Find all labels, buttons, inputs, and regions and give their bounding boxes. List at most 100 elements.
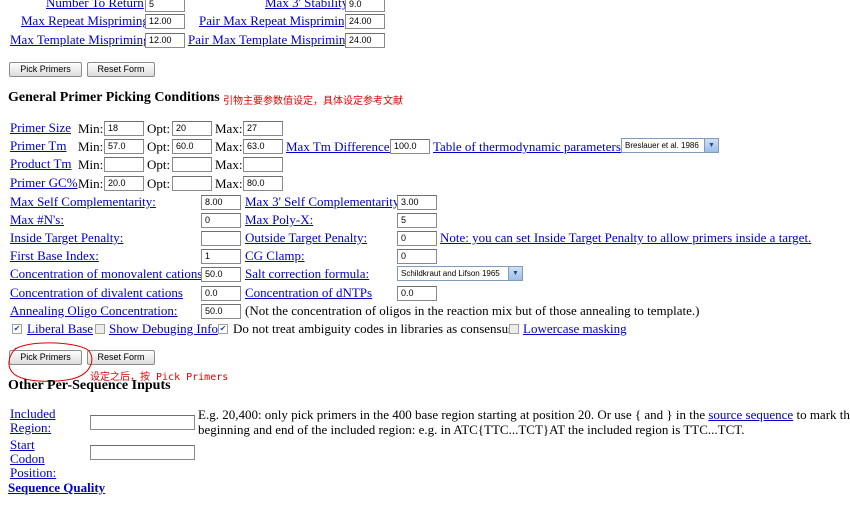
first-base-index-input[interactable]: 1 [201, 249, 241, 264]
ambiguity-codes-label: Do not treat ambiguity codes in librarie… [233, 321, 514, 336]
included-region-help: E.g. 20,400: only pick primers in the 40… [198, 407, 850, 437]
primer-tm-max-input[interactable]: 63.0 [243, 139, 283, 154]
dntps-concentration-input[interactable]: 0.0 [397, 286, 437, 301]
max-poly-x-label[interactable]: Max Poly-X: [245, 212, 313, 228]
product-tm-label[interactable]: Product Tm [10, 156, 72, 172]
max-ns-input[interactable]: 0 [201, 213, 241, 228]
max-tm-difference-input[interactable]: 100.0 [390, 139, 430, 154]
primer-gc-min-label: Min: [78, 176, 104, 191]
primer-size-label[interactable]: Primer Size [10, 120, 71, 136]
max-self-complementarity-input[interactable]: 8.00 [201, 195, 241, 210]
lowercase-masking-label[interactable]: Lowercase masking [523, 321, 627, 337]
cg-clamp-label[interactable]: CG Clamp: [245, 248, 305, 264]
liberal-base-label[interactable]: Liberal Base [27, 321, 93, 337]
thermo-table-selected: Breslauer et al. 1986 [625, 141, 699, 150]
thermo-table-select[interactable]: Breslauer et al. 1986 ▼ [621, 138, 719, 153]
outside-target-penalty-input[interactable]: 0 [397, 231, 437, 246]
number-to-return-label[interactable]: Number To Return [46, 0, 144, 11]
reset-form-button[interactable]: Reset Form [87, 350, 155, 365]
dntps-concentration-label[interactable]: Concentration of dNTPs [245, 285, 372, 301]
product-tm-min-label: Min: [78, 157, 104, 172]
max-template-mispriming-label[interactable]: Max Template Mispriming [10, 32, 150, 48]
show-debug-label[interactable]: Show Debuging Info [109, 321, 218, 337]
outside-target-penalty-label[interactable]: Outside Target Penalty: [245, 230, 367, 246]
included-region-label[interactable]: Included Region: [10, 407, 70, 435]
salt-correction-selected: Schildkraut and Lifson 1965 [401, 269, 500, 278]
general-conditions-title: General Primer Picking Conditions [8, 90, 220, 105]
max-3-stability-input[interactable]: 9.0 [345, 0, 385, 12]
primer-gc-min-input[interactable]: 20.0 [104, 176, 144, 191]
included-help-text-1: E.g. 20,400: only pick primers in the 40… [198, 407, 706, 422]
pair-max-repeat-mispriming-input[interactable]: 24.00 [345, 14, 385, 29]
primer-gc-max-label: Max: [215, 176, 243, 191]
monovalent-cations-input[interactable]: 50.0 [201, 267, 241, 282]
primer-size-opt-label: Opt: [147, 121, 171, 136]
max-ns-label[interactable]: Max #N's: [10, 212, 64, 228]
pair-max-template-mispriming-label[interactable]: Pair Max Template Mispriming [188, 32, 352, 48]
ambiguity-codes-checkbox[interactable]: ✔ [218, 324, 228, 334]
product-tm-min-input[interactable] [104, 157, 144, 172]
max-poly-x-input[interactable]: 5 [397, 213, 437, 228]
primer-tm-min-label: Min: [78, 139, 104, 154]
primer-tm-opt-label: Opt: [147, 139, 171, 154]
number-to-return-input[interactable]: 5 [145, 0, 185, 12]
primer-size-max-input[interactable]: 27 [243, 121, 283, 136]
first-base-index-label[interactable]: First Base Index: [10, 248, 99, 264]
included-help-text-2: to mark the [796, 407, 850, 422]
primer-tm-min-input[interactable]: 57.0 [104, 139, 144, 154]
liberal-base-checkbox[interactable]: ✔ [12, 324, 22, 334]
show-debug-checkbox[interactable] [95, 324, 105, 334]
max-3-self-complementarity-input[interactable]: 3.00 [397, 195, 437, 210]
primer-size-opt-input[interactable]: 20 [172, 121, 212, 136]
max-3-self-complementarity-label[interactable]: Max 3' Self Complementarity: [245, 194, 403, 210]
start-codon-position-label[interactable]: Start Codon Position: [10, 438, 70, 480]
max-repeat-mispriming-label[interactable]: Max Repeat Mispriming [21, 13, 149, 29]
product-tm-max-label: Max: [215, 157, 243, 172]
inside-target-penalty-label[interactable]: Inside Target Penalty: [10, 230, 123, 246]
sequence-quality-link[interactable]: Sequence Quality [8, 480, 105, 496]
start-codon-position-input[interactable] [90, 445, 195, 460]
general-conditions-annotation: 引物主要参数值设定，具体设定参考文献 [223, 96, 403, 107]
annealing-oligo-label[interactable]: Annealing Oligo Concentration: [10, 303, 178, 319]
primer-gc-opt-input[interactable] [172, 176, 212, 191]
dropdown-arrow-icon: ▼ [704, 139, 718, 152]
primer-tm-opt-input[interactable]: 60.0 [172, 139, 212, 154]
pick-primers-button-top[interactable]: Pick Primers [9, 62, 82, 77]
primer-gc-opt-label: Opt: [147, 176, 171, 191]
pair-max-template-mispriming-input[interactable]: 24.00 [345, 33, 385, 48]
max-tm-difference-label[interactable]: Max Tm Difference: [286, 139, 393, 155]
primer-tm-max-label: Max: [215, 139, 243, 154]
included-region-input[interactable] [90, 415, 195, 430]
included-help-text-3: beginning and end of the included region… [198, 422, 745, 437]
primer-size-min-label: Min: [78, 121, 104, 136]
annealing-oligo-note: (Not the concentration of oligos in the … [245, 303, 700, 318]
cg-clamp-input[interactable]: 0 [397, 249, 437, 264]
inside-target-note-link[interactable]: Note: you can set Inside Target Penalty … [440, 230, 811, 246]
source-sequence-link[interactable]: source sequence [708, 407, 793, 422]
lowercase-masking-checkbox[interactable] [509, 324, 519, 334]
primer-gc-max-input[interactable]: 80.0 [243, 176, 283, 191]
max-repeat-mispriming-input[interactable]: 12.00 [145, 14, 185, 29]
divalent-cations-input[interactable]: 0.0 [201, 286, 241, 301]
primer-tm-label[interactable]: Primer Tm [10, 138, 66, 154]
inside-target-penalty-input[interactable] [201, 231, 241, 246]
primer-size-max-label: Max: [215, 121, 243, 136]
salt-correction-formula-label[interactable]: Salt correction formula: [245, 266, 369, 282]
max-template-mispriming-input[interactable]: 12.00 [145, 33, 185, 48]
annealing-oligo-input[interactable]: 50.0 [201, 304, 241, 319]
max-self-complementarity-label[interactable]: Max Self Complementarity: [10, 194, 156, 210]
salt-correction-formula-select[interactable]: Schildkraut and Lifson 1965 ▼ [397, 266, 523, 281]
primer-gc-label[interactable]: Primer GC% [10, 175, 78, 191]
product-tm-opt-label: Opt: [147, 157, 171, 172]
other-inputs-title: Other Per-Sequence Inputs [8, 378, 171, 393]
pair-max-repeat-mispriming-label[interactable]: Pair Max Repeat Mispriming [199, 13, 351, 29]
reset-form-button-top[interactable]: Reset Form [87, 62, 155, 77]
max-3-stability-label[interactable]: Max 3' Stability [265, 0, 348, 11]
dropdown-arrow-icon: ▼ [508, 267, 522, 280]
primer-size-min-input[interactable]: 18 [104, 121, 144, 136]
divalent-cations-label[interactable]: Concentration of divalent cations [10, 285, 183, 301]
thermo-table-label[interactable]: Table of thermodynamic parameters: [433, 139, 624, 155]
monovalent-cations-label[interactable]: Concentration of monovalent cations: [10, 266, 206, 282]
product-tm-opt-input[interactable] [172, 157, 212, 172]
product-tm-max-input[interactable] [243, 157, 283, 172]
